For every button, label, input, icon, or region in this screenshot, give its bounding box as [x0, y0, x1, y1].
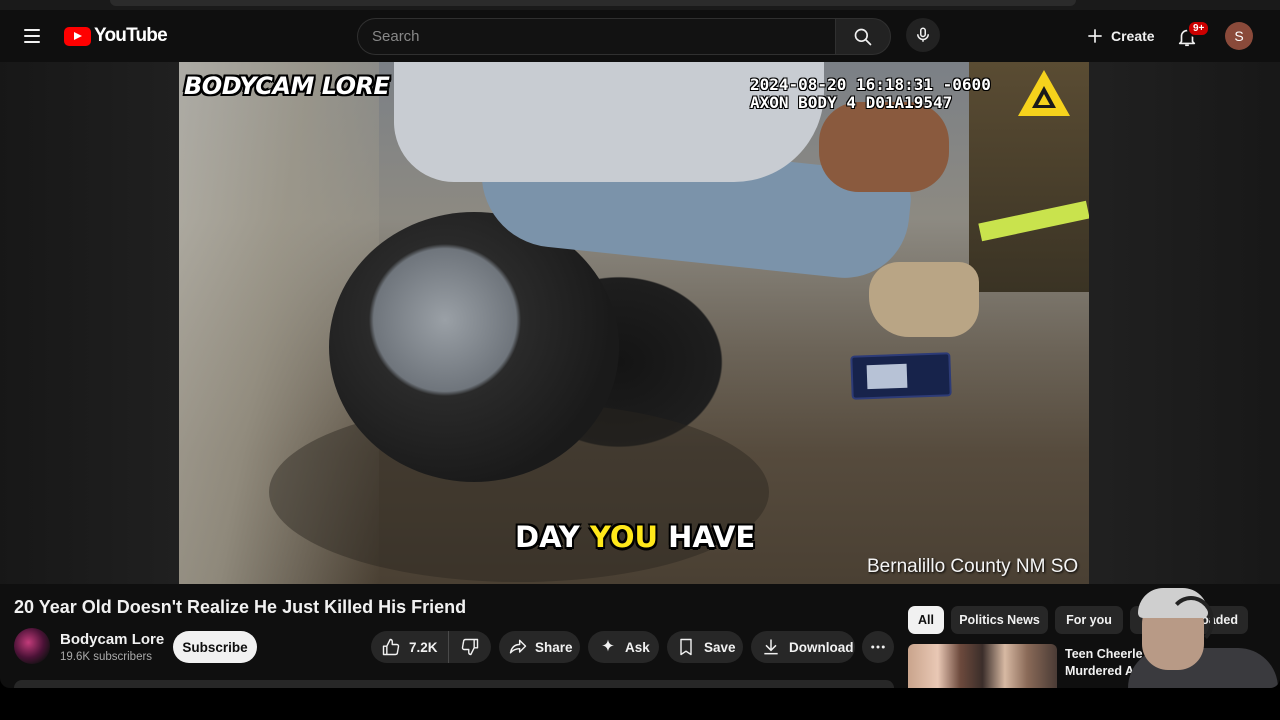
overlay-channel-logo: BODYCAM LORE	[184, 72, 390, 100]
timestamp-line-1: 2024-08-20 16:18:31 -0600	[750, 75, 991, 94]
search-box	[357, 18, 835, 55]
sparkle-icon	[602, 639, 614, 652]
tab-edge	[110, 0, 1076, 6]
source-credit: Bernalillo County NM SO	[867, 556, 1079, 577]
masthead: YouTube Create 9+ S	[0, 10, 1280, 62]
description-box[interactable]	[14, 680, 894, 688]
more-actions-button[interactable]	[862, 631, 894, 663]
save-button[interactable]: Save	[667, 631, 743, 663]
channel-avatar[interactable]	[14, 628, 50, 664]
ask-button[interactable]: Ask	[588, 631, 659, 663]
youtube-window: YouTube Create 9+ S	[0, 0, 1280, 688]
axon-logo-icon	[1018, 70, 1070, 116]
streamer-webcam-overlay	[1128, 582, 1280, 688]
ambient-right	[1089, 62, 1280, 584]
menu-icon-bar	[24, 35, 40, 37]
timestamp-line-2: AXON BODY 4 D01A19547	[750, 93, 953, 112]
video-caption: DAY YOU HAVE	[515, 520, 755, 554]
like-button[interactable]: 7.2K	[371, 631, 449, 663]
video-scene-device	[850, 352, 952, 400]
video-title: 20 Year Old Doesn't Realize He Just Kill…	[14, 597, 467, 617]
thumbs-up-icon	[382, 638, 400, 656]
create-button[interactable]: Create	[1077, 18, 1167, 54]
account-avatar[interactable]: S	[1225, 22, 1253, 50]
ask-label: Ask	[625, 639, 650, 655]
subscribe-button[interactable]: Subscribe	[173, 631, 257, 663]
dislike-button[interactable]	[449, 631, 491, 663]
recommendation-thumbnail[interactable]	[908, 644, 1057, 688]
like-count: 7.2K	[409, 639, 438, 655]
bodycam-timestamp: 2024-08-20 16:18:31 -0600 AXON BODY 4 D0…	[750, 76, 991, 112]
channel-name[interactable]: Bodycam Lore	[60, 631, 164, 648]
youtube-play-icon	[64, 26, 91, 46]
save-label: Save	[704, 639, 736, 655]
notifications-button[interactable]: 9+	[1172, 20, 1211, 52]
logo-text: YouTube	[94, 25, 168, 46]
share-label: Share	[535, 639, 573, 655]
search-bar	[357, 18, 891, 55]
browser-chrome-strip	[0, 0, 1280, 10]
video-scene-tire	[329, 212, 619, 482]
video-player[interactable]: BODYCAM LORE 2024-08-20 16:18:31 -0600 A…	[179, 62, 1089, 584]
subscriber-count: 19.6K subscribers	[60, 651, 153, 663]
caption-word-1: DAY	[515, 520, 580, 554]
voice-search-button[interactable]	[906, 18, 940, 52]
more-icon	[871, 645, 885, 649]
youtube-logo[interactable]: YouTube	[64, 25, 168, 47]
notifications-badge: 9+	[1187, 20, 1211, 37]
caption-word-2: HAVE	[668, 520, 756, 554]
video-scene-boot	[869, 262, 979, 337]
chip-politics-news[interactable]: Politics News	[951, 606, 1048, 634]
mic-icon	[917, 27, 929, 42]
create-label: Create	[1111, 28, 1155, 44]
menu-icon-bar	[24, 41, 40, 43]
search-icon	[854, 28, 872, 45]
search-button[interactable]	[835, 18, 891, 55]
plus-icon	[1088, 29, 1102, 43]
bookmark-icon	[680, 638, 692, 656]
share-icon	[509, 639, 527, 654]
webcam-headset	[1168, 596, 1214, 646]
menu-button[interactable]	[14, 18, 50, 54]
chip-all[interactable]: All	[908, 606, 944, 634]
share-button[interactable]: Share	[499, 631, 580, 663]
video-scene-hand	[819, 102, 949, 192]
thumbs-down-icon	[461, 638, 479, 656]
caption-highlight-word: YOU	[589, 520, 659, 554]
search-input[interactable]	[372, 28, 821, 45]
like-dislike-group: 7.2K	[371, 631, 491, 663]
download-icon	[764, 639, 778, 655]
download-button[interactable]: Download	[751, 631, 855, 663]
download-label: Download	[789, 639, 854, 655]
ambient-left	[0, 62, 179, 584]
chip-for-you[interactable]: For you	[1055, 606, 1123, 634]
menu-icon-bar	[24, 29, 40, 31]
